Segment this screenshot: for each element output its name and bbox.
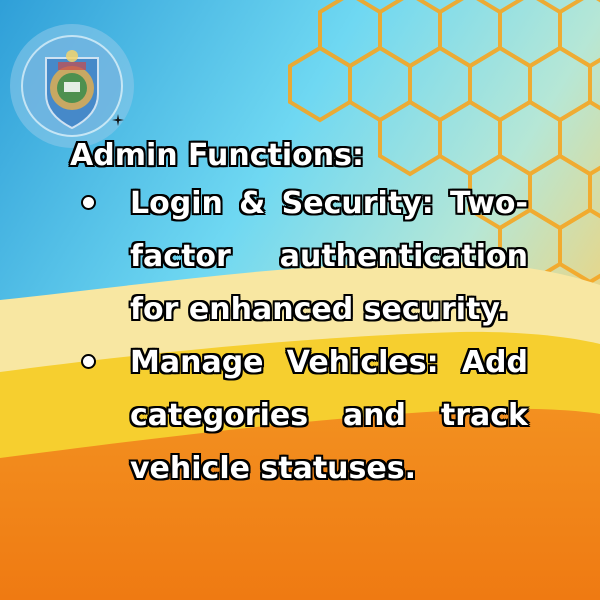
list-item: Manage Vehicles: Add categories and trac… bbox=[70, 336, 528, 495]
bullet-list: Login & Security: Two-factor authenticat… bbox=[70, 177, 540, 495]
bullet-dot-icon bbox=[83, 356, 94, 367]
college-crest-icon bbox=[10, 24, 134, 148]
sparkle-icon bbox=[112, 114, 124, 126]
slide: Admin Functions: Login & Security: Two-f… bbox=[0, 0, 600, 600]
slide-heading: Admin Functions: bbox=[70, 138, 364, 173]
bullet-text: Manage Vehicles: Add categories and trac… bbox=[130, 345, 528, 486]
bullet-dot-icon bbox=[83, 197, 94, 208]
slide-content: Admin Functions: Login & Security: Two-f… bbox=[70, 135, 540, 495]
bullet-text: Login & Security: Two-factor authenticat… bbox=[130, 186, 528, 327]
list-item: Login & Security: Two-factor authenticat… bbox=[70, 177, 528, 336]
